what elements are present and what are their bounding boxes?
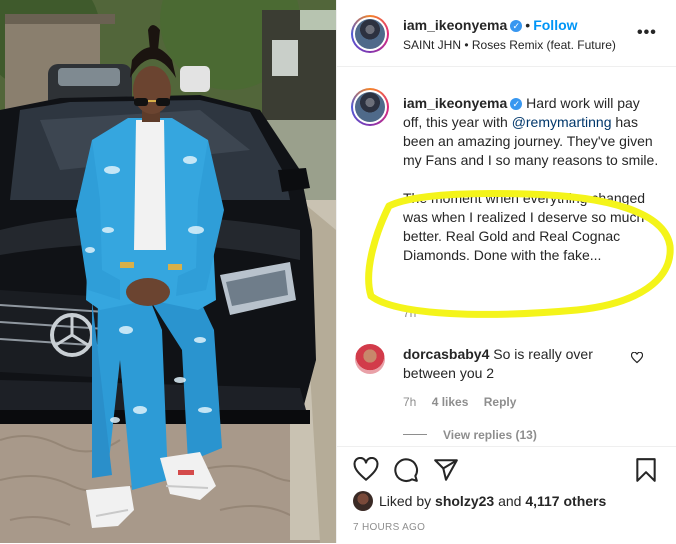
bookmark-icon[interactable] — [633, 457, 659, 483]
post-photo[interactable] — [0, 0, 336, 543]
reply-thread-line — [403, 434, 427, 435]
heart-icon[interactable] — [353, 456, 379, 483]
liked-by-row: Liked by sholzy23 and 4,117 others — [353, 491, 606, 511]
post-timestamp[interactable]: 7 HOURS AGO — [353, 522, 425, 533]
share-icon[interactable] — [433, 457, 459, 483]
commenter-avatar[interactable] — [355, 344, 385, 374]
more-options-icon[interactable]: ••• — [637, 24, 657, 42]
comment-like-heart-icon[interactable] — [630, 351, 644, 367]
liked-by-prefix: Liked by — [379, 493, 436, 509]
commenter-username[interactable]: dorcasbaby4 — [403, 346, 489, 362]
likes-others-link[interactable]: 4,117 others — [525, 493, 606, 509]
post-actions-bar: Liked by sholzy23 and 4,117 others 7 HOU… — [337, 446, 676, 544]
reply-button[interactable]: Reply — [484, 395, 517, 409]
mention-link[interactable]: @remymartinng — [512, 114, 612, 130]
view-replies-label: View replies (13) — [443, 428, 537, 442]
post-side-panel: iam_ikeonyema ✓ • Follow SAINt JHN • Roses … — [336, 0, 676, 543]
verified-badge-icon: ✓ — [510, 20, 523, 32]
author-username[interactable]: iam_ikeonyema — [403, 17, 507, 33]
separator-dot: • — [525, 17, 531, 33]
instagram-post-view: iam_ikeonyema ✓ • Follow SAINt JHN • Roses … — [0, 0, 676, 543]
liker-avatar[interactable] — [353, 491, 373, 511]
author-avatar[interactable] — [351, 15, 389, 53]
verified-badge-icon: ✓ — [510, 98, 523, 110]
caption-text: iam_ikeonyema ✓ Hard work will pay off, t… — [403, 94, 659, 265]
caption-timestamp[interactable]: 7h — [403, 306, 416, 320]
liker-username[interactable]: sholzy23 — [435, 493, 494, 509]
caption-paragraph-2: The moment when everything changed was w… — [403, 190, 646, 263]
view-replies-link[interactable]: View replies (13) — [403, 428, 537, 442]
audio-track-link[interactable]: SAINt JHN • Roses Remix (feat. Future) — [403, 38, 616, 52]
caption-username[interactable]: iam_ikeonyema — [403, 95, 507, 111]
comment-text: dorcasbaby4 So is really over between yo… — [403, 345, 629, 383]
comment-meta: 7h 4 likes Reply — [403, 395, 528, 409]
caption-author-avatar[interactable] — [351, 88, 389, 126]
comment-icon[interactable] — [393, 457, 419, 483]
comment-time: 7h — [403, 395, 417, 409]
author-line: iam_ikeonyema ✓ • Follow — [403, 17, 578, 33]
comment-likes-count[interactable]: 4 likes — [432, 395, 469, 409]
follow-button[interactable]: Follow — [533, 17, 577, 33]
post-header: iam_ikeonyema ✓ • Follow SAINt JHN • Roses … — [337, 0, 676, 67]
liked-by-middle: and — [494, 493, 526, 509]
